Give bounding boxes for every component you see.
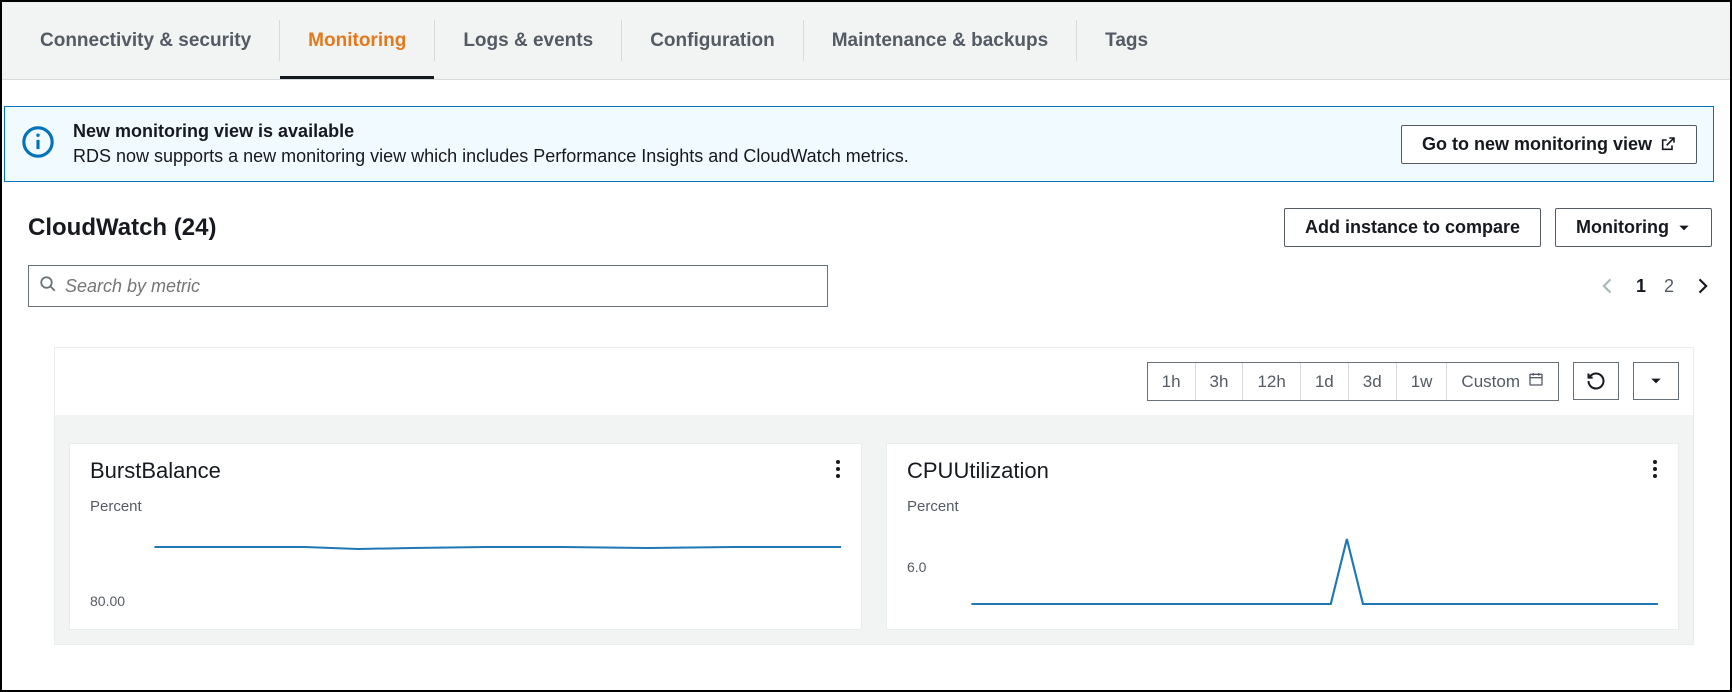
ytick-label: 80.00 [90,593,125,609]
pager-prev[interactable] [1598,276,1618,296]
alert-title: New monitoring view is available [73,121,1401,142]
alert-text: RDS now supports a new monitoring view w… [73,146,1401,167]
tab-label: Maintenance & backups [832,30,1048,52]
alert-body: New monitoring view is available RDS now… [73,121,1401,167]
tab-label: Logs & events [463,30,593,52]
section-title: CloudWatch (24) [28,214,216,242]
tools-row: 1 2 [28,265,1712,307]
chart-plot: 6.0 [907,529,1658,609]
time-range-1d[interactable]: 1d [1300,363,1348,400]
metric-search[interactable] [28,265,828,307]
add-instance-compare-button[interactable]: Add instance to compare [1284,208,1541,247]
tabs-bar: Connectivity & security Monitoring Logs … [2,2,1730,80]
time-range-custom[interactable]: Custom [1446,363,1558,400]
custom-label: Custom [1461,372,1520,392]
time-range-1h[interactable]: 1h [1148,363,1195,400]
tab-logs-events[interactable]: Logs & events [435,2,621,79]
chart-card-cpuutilization: CPUUtilization Percent 6.0 [886,443,1679,630]
ytick-label: 6.0 [907,559,926,575]
caret-down-icon [1677,221,1691,235]
tab-connectivity-security[interactable]: Connectivity & security [12,2,279,79]
pager-next[interactable] [1692,276,1712,296]
chart-plot: 80.00 [90,529,841,609]
tab-monitoring[interactable]: Monitoring [280,2,434,79]
search-icon [39,275,57,298]
chart-menu-icon[interactable] [1652,459,1658,484]
charts-grid: BurstBalance Percent 80.00 [55,415,1693,644]
section-header: CloudWatch (24) Add instance to compare … [28,208,1712,247]
time-range-1w[interactable]: 1w [1396,363,1447,400]
search-input[interactable] [57,276,817,297]
time-range-3h[interactable]: 3h [1195,363,1243,400]
page-root: Connectivity & security Monitoring Logs … [0,0,1732,692]
chart-menu-icon[interactable] [835,459,841,484]
cloudwatch-section: CloudWatch (24) Add instance to compare … [2,182,1730,645]
time-range-bar: 1h 3h 12h 1d 3d 1w Custom [55,348,1693,401]
pager-page-2[interactable]: 2 [1664,276,1674,297]
tab-label: Tags [1105,30,1148,52]
time-range-12h[interactable]: 12h [1242,363,1299,400]
tab-label: Connectivity & security [40,30,251,52]
section-actions: Add instance to compare Monitoring [1284,208,1712,247]
tab-tags[interactable]: Tags [1077,2,1176,79]
time-range-3d[interactable]: 3d [1348,363,1396,400]
line-chart-svg [90,529,841,609]
chart-title: BurstBalance [90,458,221,484]
tab-maintenance-backups[interactable]: Maintenance & backups [804,2,1076,79]
metrics-panel: 1h 3h 12h 1d 3d 1w Custom [54,347,1694,645]
pagination: 1 2 [1598,276,1712,297]
tab-label: Configuration [650,30,775,52]
chart-unit: Percent [907,498,1658,515]
button-label: Add instance to compare [1305,217,1520,238]
chart-card-burstbalance: BurstBalance Percent 80.00 [69,443,862,630]
external-link-icon [1660,136,1676,152]
refresh-options-dropdown[interactable] [1633,362,1679,400]
refresh-button[interactable] [1573,362,1619,400]
chart-title: CPUUtilization [907,458,1049,484]
tab-label: Monitoring [308,30,406,52]
line-chart-svg [907,529,1658,609]
calendar-icon [1528,371,1544,392]
info-alert: New monitoring view is available RDS now… [4,106,1714,182]
button-label: Go to new monitoring view [1422,134,1652,155]
time-range-segmented: 1h 3h 12h 1d 3d 1w Custom [1147,362,1559,401]
info-icon [21,125,55,164]
pager-page-1[interactable]: 1 [1636,276,1646,297]
button-label: Monitoring [1576,217,1669,238]
monitoring-dropdown-button[interactable]: Monitoring [1555,208,1712,247]
tab-configuration[interactable]: Configuration [622,2,803,79]
chart-unit: Percent [90,498,841,515]
go-to-new-view-button[interactable]: Go to new monitoring view [1401,125,1697,164]
